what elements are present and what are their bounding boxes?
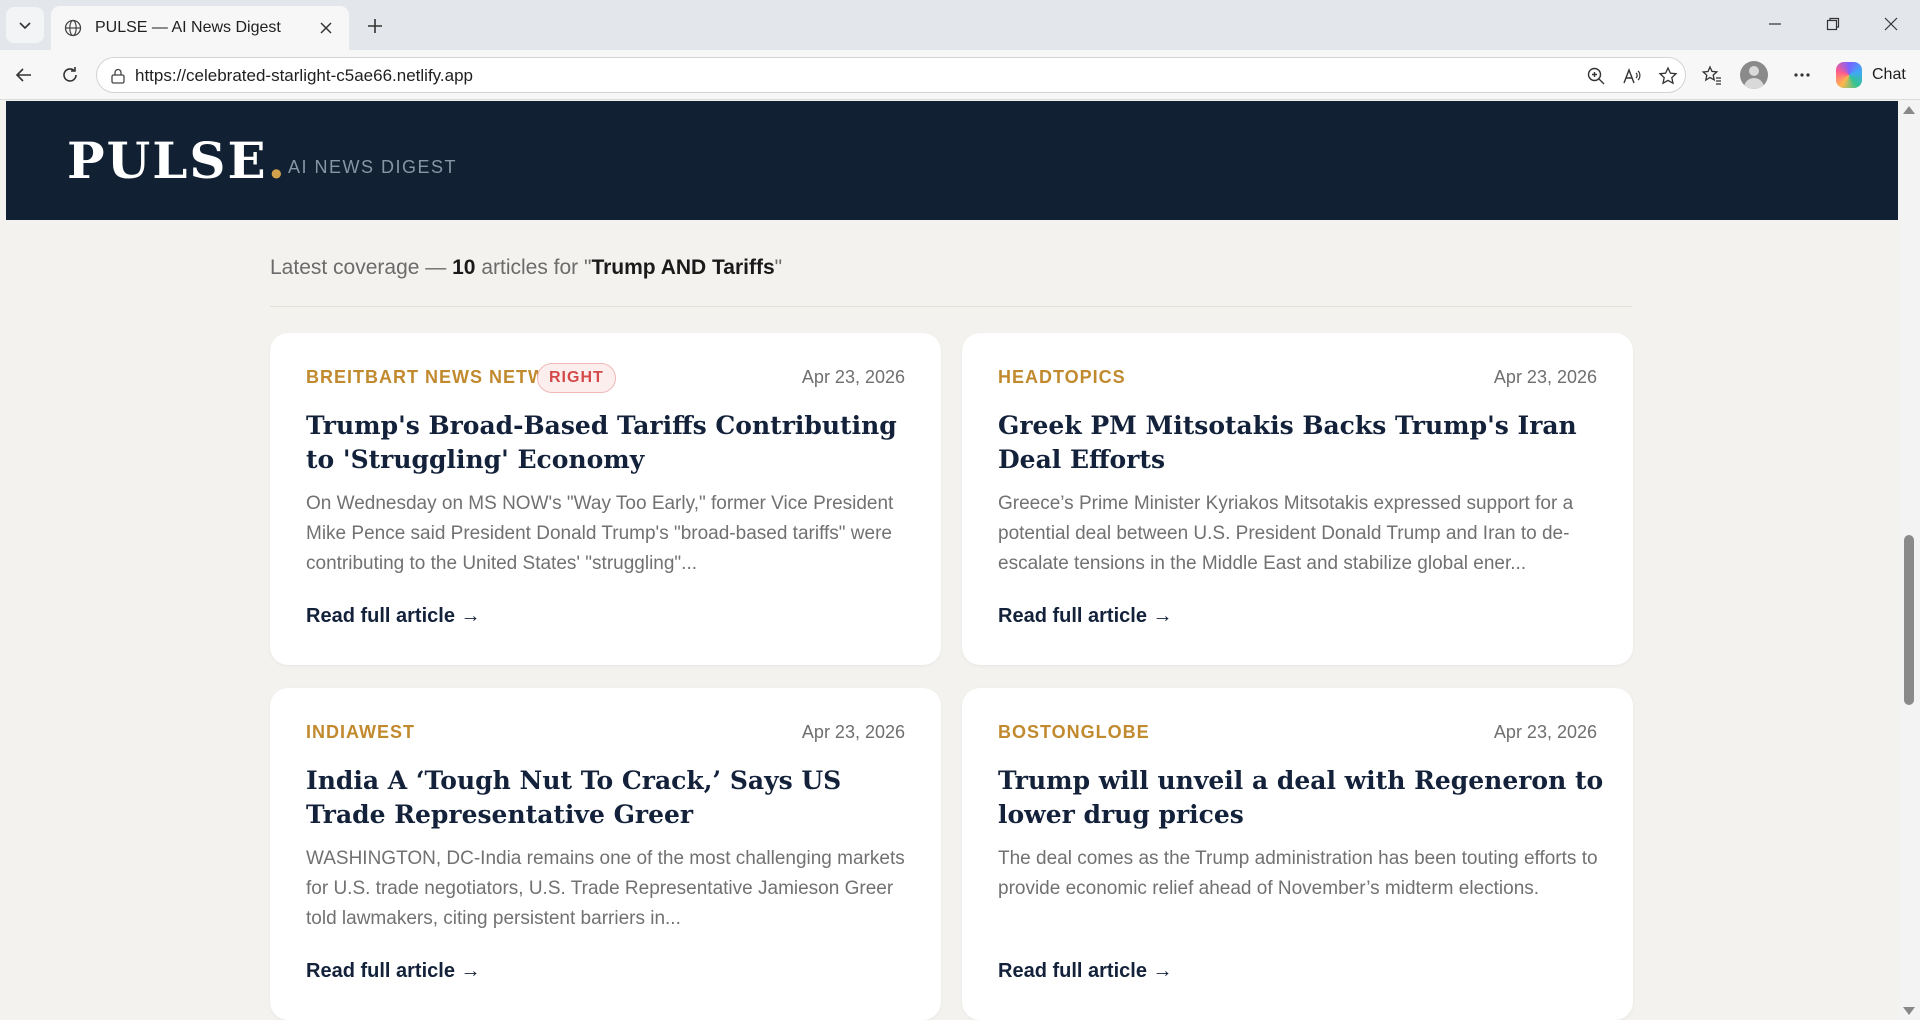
chat-label: Chat <box>1872 66 1906 83</box>
restore-icon <box>1826 17 1840 31</box>
coverage-suffix: " <box>774 256 783 279</box>
scroll-up-arrow[interactable] <box>1903 106 1915 114</box>
close-icon <box>1884 17 1898 31</box>
scroll-down-arrow[interactable] <box>1903 1007 1915 1015</box>
copilot-chat-button[interactable]: Chat <box>1830 58 1914 92</box>
url-text[interactable]: https://celebrated-starlight-c5ae66.netl… <box>135 66 473 86</box>
article-summary: On Wednesday on MS NOW's "Way Too Early,… <box>306 493 894 574</box>
site-header: PULSE. AI NEWS DIGEST <box>6 101 1898 220</box>
refresh-button[interactable] <box>52 58 88 92</box>
read-full-article-link[interactable]: Read full article → <box>306 605 481 628</box>
article-title[interactable]: Trump will unveil a deal with Regeneron … <box>998 764 1608 832</box>
chevron-down-icon <box>19 22 31 30</box>
search-query: Trump AND Tariffs <box>591 256 775 279</box>
article-source: INDIAWEST <box>306 722 416 742</box>
read-aloud-icon[interactable] <box>1619 64 1645 88</box>
logo-dot: . <box>267 131 287 190</box>
browser-tab-bar: PULSE — AI News Digest <box>0 0 1920 50</box>
page-content: PULSE. AI NEWS DIGEST Latest coverage — … <box>6 101 1898 1020</box>
favorites-button[interactable] <box>1694 58 1730 92</box>
new-tab-button[interactable] <box>360 12 390 40</box>
restore-button[interactable] <box>1810 8 1856 40</box>
zoom-icon[interactable] <box>1583 64 1609 88</box>
tab-title: PULSE — AI News Digest <box>95 19 281 36</box>
article-card: BREITBART NEWS NETWORK RIGHT Apr 23, 202… <box>270 333 941 665</box>
close-window-button[interactable] <box>1868 8 1914 40</box>
article-date: Apr 23, 2026 <box>801 367 905 387</box>
article-source: BOSTONGLOBE <box>998 722 1150 742</box>
scroll-thumb[interactable] <box>1904 535 1914 705</box>
close-tab-icon[interactable] <box>315 17 337 39</box>
ellipsis-icon <box>1794 73 1810 77</box>
browser-toolbar: https://celebrated-starlight-c5ae66.netl… <box>0 50 1920 100</box>
article-source: HEADTOPICS <box>998 367 1126 387</box>
article-title[interactable]: Trump's Broad-Based Tariffs Contributing… <box>306 409 916 477</box>
arrow-left-icon <box>15 68 31 82</box>
article-title[interactable]: India A ‘Tough Nut To Crack,’ Says US Tr… <box>306 764 916 832</box>
read-full-article-link[interactable]: Read full article → <box>998 960 1173 983</box>
read-full-article-link[interactable]: Read full article → <box>998 605 1173 628</box>
article-title[interactable]: Greek PM Mitsotakis Backs Trump's Iran D… <box>998 409 1608 477</box>
article-date: Apr 23, 2026 <box>1493 367 1597 387</box>
minimize-button[interactable] <box>1752 8 1798 40</box>
globe-icon <box>63 18 83 38</box>
address-bar[interactable]: https://celebrated-starlight-c5ae66.netl… <box>96 57 1686 93</box>
article-card: BOSTONGLOBE Apr 23, 2026 Trump will unve… <box>962 688 1633 1020</box>
plus-icon <box>368 19 382 33</box>
coverage-middle: articles for " <box>481 256 592 279</box>
copilot-icon <box>1836 62 1862 88</box>
coverage-prefix: Latest coverage — <box>270 256 447 279</box>
article-card: HEADTOPICS Apr 23, 2026 Greek PM Mitsota… <box>962 333 1633 665</box>
read-full-article-link[interactable]: Read full article → <box>306 960 481 983</box>
logo-text: PULSE <box>67 131 268 190</box>
article-date: Apr 23, 2026 <box>801 722 905 742</box>
article-summary: Greece’s Prime Minister Kyriakos Mitsota… <box>998 493 1574 574</box>
divider <box>270 306 1632 307</box>
lean-badge: RIGHT <box>537 363 616 393</box>
favorites-icon <box>1701 65 1721 85</box>
back-button[interactable] <box>6 58 42 92</box>
profile-avatar[interactable] <box>1740 61 1768 89</box>
site-logo[interactable]: PULSE. <box>67 131 287 190</box>
site-tagline: AI NEWS DIGEST <box>288 157 458 177</box>
refresh-icon <box>63 67 77 82</box>
article-count: 10 <box>452 256 476 279</box>
minimize-icon <box>1769 23 1781 25</box>
article-summary: The deal comes as the Trump administrati… <box>998 848 1598 899</box>
article-date: Apr 23, 2026 <box>1493 722 1597 742</box>
avatar-body <box>1744 78 1764 89</box>
page-scrollbar[interactable] <box>1898 101 1920 1020</box>
tab-list-button[interactable] <box>6 7 44 43</box>
article-card: INDIAWEST Apr 23, 2026 India A ‘Tough Nu… <box>270 688 941 1020</box>
article-summary: WASHINGTON, DC-India remains one of the … <box>306 848 905 929</box>
more-options-button[interactable] <box>1784 58 1820 92</box>
coverage-summary: Latest coverage — 10 articles for "Trump… <box>270 256 782 280</box>
avatar-head <box>1749 66 1759 76</box>
site-info-icon[interactable] <box>107 65 129 87</box>
browser-tab[interactable]: PULSE — AI News Digest <box>51 6 349 50</box>
favorite-star-icon[interactable] <box>1655 64 1681 88</box>
